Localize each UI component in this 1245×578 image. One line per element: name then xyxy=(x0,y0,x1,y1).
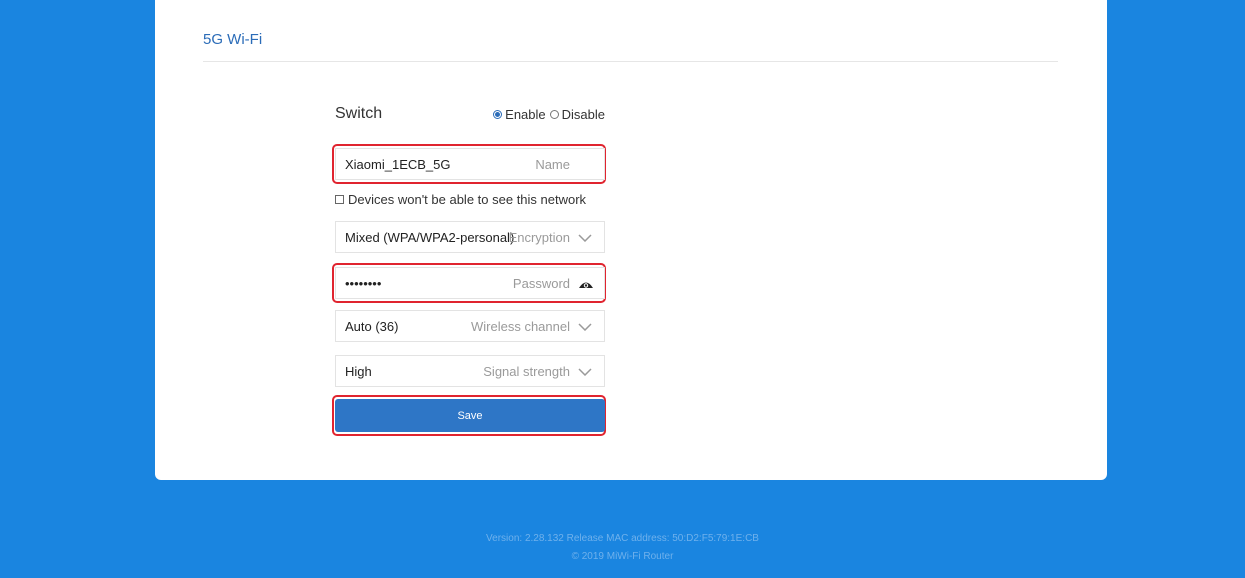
encryption-value[interactable]: Mixed (WPA/WPA2-personal) xyxy=(345,230,514,245)
radio-checked-icon[interactable] xyxy=(493,110,503,119)
section-divider xyxy=(203,61,1058,62)
password-hint: Password xyxy=(512,276,570,291)
channel-value[interactable]: Auto (36) xyxy=(345,319,398,334)
name-field-value[interactable]: Xiaomi_1ECB_5G xyxy=(345,157,451,172)
enable-radio-label[interactable]: Enable xyxy=(505,107,545,122)
channel-hint: Wireless channel xyxy=(471,319,570,334)
chevron-down-icon[interactable] xyxy=(578,368,592,376)
switch-row: Switch Enable Disable xyxy=(335,105,605,127)
hide-network-option[interactable]: Devices won't be able to see this networ… xyxy=(335,192,586,207)
signal-select[interactable]: High Signal strength xyxy=(335,355,605,387)
section-title: 5G Wi-Fi xyxy=(203,31,263,48)
password-field[interactable]: •••••••• Password xyxy=(335,267,605,299)
channel-select[interactable]: Auto (36) Wireless channel xyxy=(335,310,605,342)
enable-radio[interactable]: Enable xyxy=(493,107,546,122)
footer-version: Version: 2.28.132 Release MAC address: 5… xyxy=(486,533,759,544)
name-field-hint: Name xyxy=(535,157,570,172)
encryption-hint: Encryption xyxy=(508,230,570,245)
hide-network-label[interactable]: Devices won't be able to see this networ… xyxy=(348,192,586,207)
switch-radio-group: Enable Disable xyxy=(489,107,605,122)
checkbox-icon[interactable] xyxy=(335,195,344,204)
signal-value[interactable]: High xyxy=(345,364,372,379)
switch-label: Switch xyxy=(335,105,383,122)
eye-icon[interactable] xyxy=(578,279,594,289)
radio-unchecked-icon[interactable] xyxy=(549,110,559,119)
settings-card: 5G Wi-Fi Switch Enable Disable Xiaomi_1E… xyxy=(155,0,1107,480)
footer-copyright: © 2019 MiWi-Fi Router xyxy=(571,551,674,562)
disable-radio[interactable]: Disable xyxy=(549,107,605,122)
chevron-down-icon[interactable] xyxy=(578,323,592,331)
signal-hint: Signal strength xyxy=(483,364,570,379)
name-field[interactable]: Xiaomi_1ECB_5G Name xyxy=(335,148,605,180)
password-value[interactable]: •••••••• xyxy=(345,276,381,291)
chevron-down-icon[interactable] xyxy=(578,234,592,242)
disable-radio-label[interactable]: Disable xyxy=(562,107,605,122)
encryption-select[interactable]: Mixed (WPA/WPA2-personal) Encryption xyxy=(335,221,605,253)
save-button[interactable]: Save xyxy=(335,399,605,432)
